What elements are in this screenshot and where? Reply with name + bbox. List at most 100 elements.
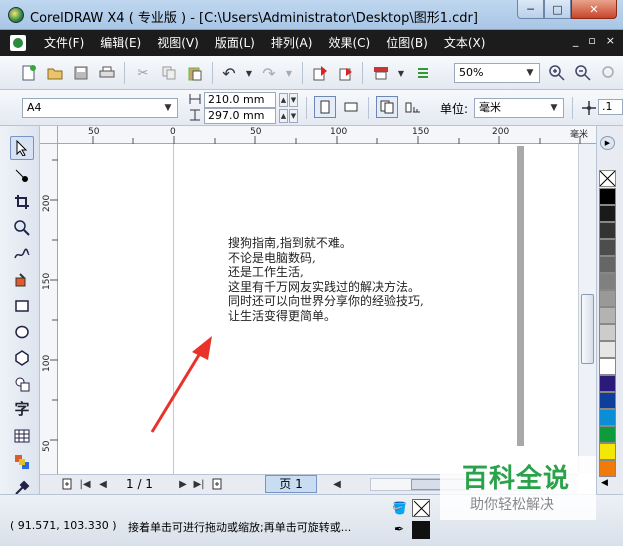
copy-icon[interactable] — [160, 64, 178, 82]
paste-icon[interactable] — [186, 64, 204, 82]
landscape-button[interactable] — [340, 96, 362, 118]
nudge-distance-field[interactable]: .1 — [598, 99, 623, 115]
menu-arrange[interactable]: 排列(A) — [263, 30, 321, 56]
scrollbar-thumb[interactable] — [581, 294, 594, 364]
chevron-down-icon[interactable]: ▼ — [161, 101, 175, 115]
color-swatch[interactable] — [599, 307, 616, 324]
save-icon[interactable] — [72, 64, 90, 82]
portrait-button[interactable] — [314, 96, 336, 118]
doc-minimize-button[interactable]: _ — [573, 34, 579, 47]
polygon-tool-icon[interactable] — [10, 346, 34, 370]
color-swatch[interactable] — [599, 375, 616, 392]
smart-fill-tool-icon[interactable] — [10, 268, 34, 292]
width-spin-button[interactable]: ▲ — [279, 93, 288, 107]
menu-layout[interactable]: 版面(L) — [207, 30, 263, 56]
close-button[interactable]: ✕ — [571, 0, 617, 19]
shape-tool-icon[interactable] — [10, 164, 34, 188]
color-swatch[interactable] — [599, 426, 616, 443]
width-spin-down-button[interactable]: ▼ — [289, 93, 298, 107]
outline-color-indicator[interactable] — [412, 521, 430, 539]
menu-effects[interactable]: 效果(C) — [320, 30, 378, 56]
zoom-in-icon[interactable] — [548, 64, 566, 82]
all-pages-button[interactable] — [376, 96, 398, 118]
interactive-blend-tool-icon[interactable] — [10, 450, 34, 474]
page-height-field[interactable]: 297.0 mm — [204, 108, 276, 124]
unit-combo[interactable]: 毫米 ▼ — [474, 98, 564, 118]
menu-text[interactable]: 文本(X) — [436, 30, 494, 56]
zoom-level-combo[interactable]: 50% ▼ — [454, 63, 540, 83]
last-page-icon[interactable]: ▶| — [192, 477, 206, 491]
undo-icon[interactable]: ↶ — [220, 64, 238, 83]
export-icon[interactable] — [338, 64, 356, 82]
scroll-left-icon[interactable]: ◀ — [330, 477, 344, 491]
color-swatch[interactable] — [599, 205, 616, 222]
color-swatch[interactable] — [599, 290, 616, 307]
zoom-tool-icon[interactable] — [600, 64, 618, 82]
color-swatch[interactable] — [599, 256, 616, 273]
color-swatch[interactable] — [599, 239, 616, 256]
color-swatch[interactable] — [599, 222, 616, 239]
menu-bitmaps[interactable]: 位图(B) — [378, 30, 436, 56]
vertical-ruler[interactable]: 200 150 100 50 — [40, 144, 58, 474]
cut-icon[interactable]: ✂ — [134, 64, 152, 82]
chevron-down-icon[interactable]: ▼ — [547, 101, 561, 115]
color-swatch[interactable] — [599, 409, 616, 426]
text-tool-icon[interactable]: 字 — [10, 396, 34, 420]
color-swatch[interactable] — [599, 358, 616, 375]
ruler-origin[interactable] — [40, 126, 58, 144]
color-swatch[interactable] — [599, 273, 616, 290]
application-launcher-icon[interactable] — [372, 64, 390, 82]
rectangle-tool-icon[interactable] — [10, 294, 34, 318]
redo-icon[interactable]: ↷ — [260, 64, 278, 83]
undo-dropdown-icon[interactable]: ▼ — [240, 64, 258, 82]
import-icon[interactable] — [312, 64, 330, 82]
chevron-down-icon[interactable]: ▼ — [523, 66, 537, 80]
new-document-icon[interactable] — [20, 64, 38, 82]
table-tool-icon[interactable] — [10, 424, 34, 448]
menu-view[interactable]: 视图(V) — [149, 30, 207, 56]
add-page-before-icon[interactable] — [60, 477, 74, 491]
color-swatch[interactable] — [599, 392, 616, 409]
zoom-tool-icon[interactable] — [10, 216, 34, 240]
color-swatch[interactable] — [599, 460, 616, 477]
palette-flyout-icon[interactable]: ◀ — [601, 478, 608, 488]
page-width-field[interactable]: 210.0 mm — [204, 92, 276, 108]
maximize-button[interactable]: □ — [544, 0, 571, 19]
no-color-swatch[interactable] — [599, 170, 616, 187]
current-page-button[interactable] — [402, 96, 424, 118]
height-spin-down-button[interactable]: ▼ — [289, 109, 298, 123]
menu-edit[interactable]: 编辑(E) — [92, 30, 149, 56]
freehand-tool-icon[interactable] — [10, 242, 34, 266]
horizontal-ruler[interactable]: 50 0 50 100 150 200 毫米 — [40, 126, 596, 144]
previous-page-icon[interactable]: ◀ — [96, 477, 110, 491]
document-text-block[interactable]: 搜狗指南,指到就不难。 不论是电脑数码, 还是工作生活, 这里有千万网友实践过的… — [228, 236, 424, 323]
welcome-screen-icon[interactable] — [414, 64, 432, 82]
add-page-after-icon[interactable] — [210, 477, 224, 491]
pick-tool-icon[interactable] — [10, 136, 34, 160]
redo-dropdown-icon[interactable]: ▼ — [280, 64, 298, 82]
page-size-combo[interactable]: A4 ▼ — [22, 98, 178, 118]
fill-color-indicator[interactable] — [412, 499, 430, 517]
color-swatch[interactable] — [599, 324, 616, 341]
first-page-icon[interactable]: |◀ — [78, 477, 92, 491]
palette-scroll-up-icon[interactable]: ▶ — [600, 136, 615, 150]
doc-close-button[interactable]: × — [606, 34, 615, 47]
height-spin-button[interactable]: ▲ — [279, 109, 288, 123]
color-swatch[interactable] — [599, 443, 616, 460]
open-folder-icon[interactable] — [46, 64, 64, 82]
document-icon[interactable] — [10, 35, 26, 51]
next-page-icon[interactable]: ▶ — [176, 477, 190, 491]
launcher-dropdown-icon[interactable]: ▼ — [392, 64, 410, 82]
crop-tool-icon[interactable] — [10, 190, 34, 214]
print-icon[interactable] — [98, 64, 116, 82]
vertical-scrollbar[interactable] — [578, 144, 596, 474]
page-tab-1[interactable]: 页 1 — [265, 475, 317, 493]
ellipse-tool-icon[interactable] — [10, 320, 34, 344]
basic-shapes-tool-icon[interactable] — [10, 372, 34, 396]
doc-restore-button[interactable]: ▫ — [588, 34, 595, 47]
color-swatch[interactable] — [599, 341, 616, 358]
minimize-button[interactable]: ─ — [517, 0, 544, 19]
color-swatch[interactable] — [599, 188, 616, 205]
zoom-out-icon[interactable] — [574, 64, 592, 82]
menu-file[interactable]: 文件(F) — [36, 30, 92, 56]
